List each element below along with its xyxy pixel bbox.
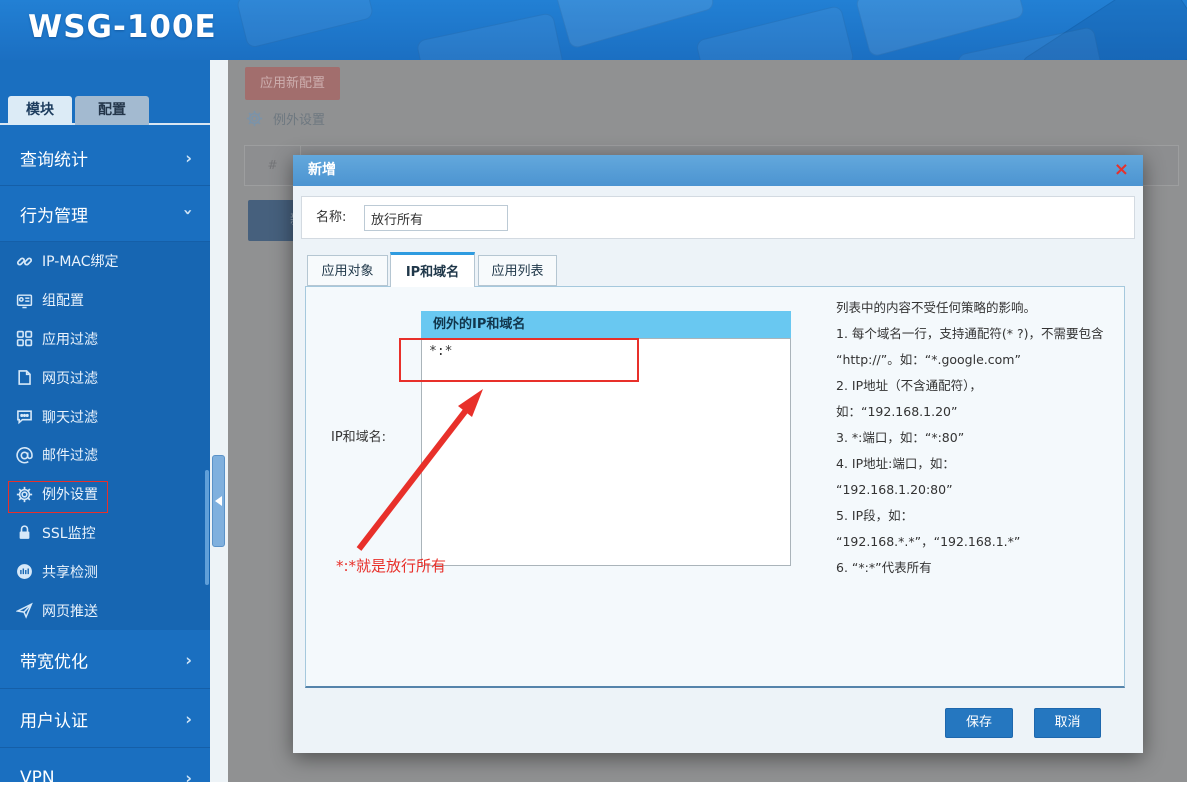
name-input[interactable] bbox=[364, 205, 508, 231]
instruction-line: 1. 每个域名一行，支持通配符(* ?)，不需要包含 bbox=[836, 326, 1104, 341]
sidebar-item-label: IP-MAC绑定 bbox=[42, 254, 119, 271]
group-label: 带宽优化 bbox=[20, 652, 88, 672]
sidebar-group-bandwidth[interactable]: 带宽优化 › bbox=[0, 631, 210, 689]
sidebar-item-ip-mac-binding[interactable]: IP-MAC绑定 bbox=[0, 242, 210, 281]
name-field-row: 名称: bbox=[301, 196, 1135, 239]
annotation-red-text: *:*就是放行所有 bbox=[336, 557, 447, 575]
tab-ip-and-domain[interactable]: IP和域名 bbox=[390, 252, 475, 287]
tab-app-list[interactable]: 应用列表 bbox=[478, 255, 557, 286]
apply-new-config-button[interactable]: 应用新配置 bbox=[245, 67, 340, 100]
close-icon[interactable]: × bbox=[1114, 155, 1129, 185]
group-label: VPN bbox=[20, 768, 55, 788]
keyboard-key-decoration bbox=[235, 0, 375, 49]
instruction-line: 3. *:端口，如：“*:80” bbox=[836, 430, 965, 445]
chevron-down-icon: › bbox=[179, 208, 199, 215]
share-icon bbox=[17, 564, 32, 580]
sidebar: 模块 配置 查询统计 › 行为管理 › IP-MAC绑定 组配置 应用过滤 网页… bbox=[0, 60, 210, 788]
sidebar-item-label: 组配置 bbox=[42, 293, 84, 310]
document-icon bbox=[18, 370, 31, 386]
id-card-icon bbox=[16, 294, 33, 308]
collapse-left-arrow-icon bbox=[215, 496, 222, 506]
top-banner: WSG-100E bbox=[0, 0, 1187, 60]
instructions-panel: 列表中的内容不受任何策略的影响。 1. 每个域名一行，支持通配符(* ?)，不需… bbox=[836, 295, 1122, 581]
instruction-line: “192.168.1.20:80” bbox=[836, 482, 953, 497]
chevron-right-icon: › bbox=[185, 148, 192, 167]
dialog-title: 新增 bbox=[308, 162, 336, 178]
breadcrumb: 例外设置 bbox=[246, 108, 325, 128]
sidebar-tabbar: 模块 配置 bbox=[0, 94, 210, 125]
cancel-button[interactable]: 取消 bbox=[1034, 708, 1101, 738]
instruction-line: “http://”。如：“*.google.com” bbox=[836, 352, 1021, 367]
at-icon bbox=[16, 446, 33, 464]
exception-list-header: 例外的IP和域名 bbox=[421, 311, 791, 338]
wsg-admin-page: { "app": { "title": "WSG-100E" }, "color… bbox=[0, 0, 1187, 788]
group-label: 行为管理 bbox=[20, 206, 88, 226]
sidebar-item-label: 聊天过滤 bbox=[42, 409, 98, 426]
sidebar-item-label: SSL监控 bbox=[42, 525, 96, 542]
chevron-right-icon: › bbox=[185, 709, 192, 728]
tab-app-object[interactable]: 应用对象 bbox=[307, 255, 388, 286]
link-icon bbox=[16, 257, 33, 266]
sidebar-item-chat-filter[interactable]: 聊天过滤 bbox=[0, 397, 210, 436]
instruction-line: 如：“192.168.1.20” bbox=[836, 404, 958, 419]
instruction-line: 5. IP段，如： bbox=[836, 508, 914, 523]
sidebar-item-share-detect[interactable]: 共享检测 bbox=[0, 552, 210, 591]
breadcrumb-title: 例外设置 bbox=[273, 112, 326, 128]
sidebar-collapse-handle[interactable] bbox=[212, 455, 225, 547]
instruction-line: 4. IP地址:端口，如： bbox=[836, 456, 955, 471]
app-logo: WSG-100E bbox=[28, 9, 217, 45]
instruction-line: 列表中的内容不受任何策略的影响。 bbox=[836, 300, 1037, 315]
instruction-line: “192.168.*.*”，“192.168.1.*” bbox=[836, 534, 1021, 549]
gear-icon bbox=[246, 110, 263, 126]
gear-icon bbox=[16, 486, 33, 502]
sidebar-item-label: 共享检测 bbox=[42, 564, 98, 581]
sidebar-tab-config[interactable]: 配置 bbox=[75, 96, 149, 125]
group-label: 用户认证 bbox=[20, 711, 88, 731]
chevron-right-icon: › bbox=[185, 768, 192, 788]
sidebar-item-label: 网页推送 bbox=[42, 603, 98, 620]
sidebar-item-label: 网页过滤 bbox=[42, 370, 98, 387]
sidebar-group-query-stats[interactable]: 查询统计 › bbox=[0, 130, 210, 186]
ip-domain-field-label: IP和域名: bbox=[331, 430, 387, 445]
sidebar-group-vpn[interactable]: VPN › bbox=[0, 749, 210, 807]
sidebar-item-ssl-monitor[interactable]: SSL监控 bbox=[0, 514, 210, 553]
dialog-titlebar: 新增 × bbox=[293, 155, 1143, 186]
send-icon bbox=[16, 602, 33, 619]
lock-icon bbox=[19, 525, 30, 540]
sidebar-submenu: IP-MAC绑定 组配置 应用过滤 网页过滤 聊天过滤 邮件过滤 例外设置 SS… bbox=[0, 242, 210, 630]
sidebar-group-behavior-mgmt[interactable]: 行为管理 › bbox=[0, 186, 210, 242]
sidebar-item-exception-settings[interactable]: 例外设置 bbox=[0, 475, 210, 514]
sidebar-item-label: 例外设置 bbox=[42, 487, 98, 504]
keyboard-key-decoration bbox=[694, 4, 856, 60]
sidebar-item-label: 应用过滤 bbox=[42, 331, 98, 348]
sidebar-scrollbar-thumb[interactable] bbox=[205, 470, 209, 585]
add-exception-dialog: 新增 × 名称: 应用对象 IP和域名 应用列表 例外的IP和域名 *:* IP… bbox=[293, 155, 1143, 753]
keyboard-key-decoration bbox=[956, 25, 1104, 60]
sidebar-collapse-strip bbox=[210, 60, 228, 782]
sidebar-item-app-filter[interactable]: 应用过滤 bbox=[0, 320, 210, 359]
chat-icon bbox=[17, 410, 32, 425]
keyboard-key-decoration bbox=[415, 12, 565, 60]
tab-panel-ip-domain: 例外的IP和域名 *:* IP和域名: *:*就是放行所有 列表中的内容不受任何… bbox=[305, 286, 1125, 688]
chevron-right-icon: › bbox=[185, 650, 192, 669]
group-label: 查询统计 bbox=[20, 150, 88, 170]
sidebar-group-user-auth[interactable]: 用户认证 › bbox=[0, 690, 210, 748]
sidebar-item-web-push[interactable]: 网页推送 bbox=[0, 591, 210, 630]
grid-icon bbox=[16, 331, 33, 347]
save-button[interactable]: 保存 bbox=[945, 708, 1013, 738]
sidebar-item-label: 邮件过滤 bbox=[42, 448, 98, 465]
keyboard-key-decoration bbox=[554, 0, 716, 50]
instruction-line: 2. IP地址（不含通配符）， bbox=[836, 378, 982, 393]
sidebar-tab-module[interactable]: 模块 bbox=[8, 96, 72, 125]
instruction-line: 6. “*:*”代表所有 bbox=[836, 560, 932, 575]
sidebar-item-web-filter[interactable]: 网页过滤 bbox=[0, 358, 210, 397]
ip-domain-textarea[interactable]: *:* bbox=[421, 338, 791, 566]
sidebar-item-group-config[interactable]: 组配置 bbox=[0, 281, 210, 320]
sidebar-item-mail-filter[interactable]: 邮件过滤 bbox=[0, 436, 210, 475]
name-label: 名称: bbox=[316, 210, 347, 225]
